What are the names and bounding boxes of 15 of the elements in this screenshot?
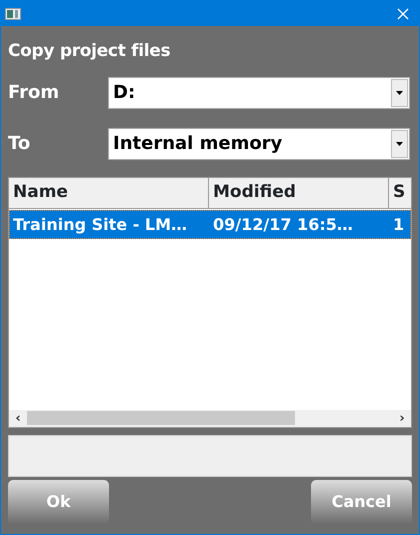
column-header[interactable]: S xyxy=(389,178,411,208)
horizontal-scrollbar[interactable]: ‹ › xyxy=(9,410,411,426)
field-label: To xyxy=(8,132,32,156)
scrollbar-thumb[interactable] xyxy=(27,411,295,425)
scroll-left-button[interactable]: ‹ xyxy=(9,412,27,424)
dropdown-field[interactable]: Internal memory xyxy=(108,128,410,160)
close-icon xyxy=(397,8,409,20)
column-header[interactable]: Modified xyxy=(209,178,389,208)
scroll-right-button[interactable]: › xyxy=(393,412,411,424)
dialog-heading: Copy project files xyxy=(8,40,172,63)
dropdown-field[interactable]: D: xyxy=(108,76,410,108)
field-label: From xyxy=(8,81,60,105)
file-row[interactable]: Training Site - LM… 09/12/17 16:5… 1 xyxy=(9,210,411,238)
column-header[interactable]: Name xyxy=(9,178,209,208)
app-icon xyxy=(5,8,21,20)
